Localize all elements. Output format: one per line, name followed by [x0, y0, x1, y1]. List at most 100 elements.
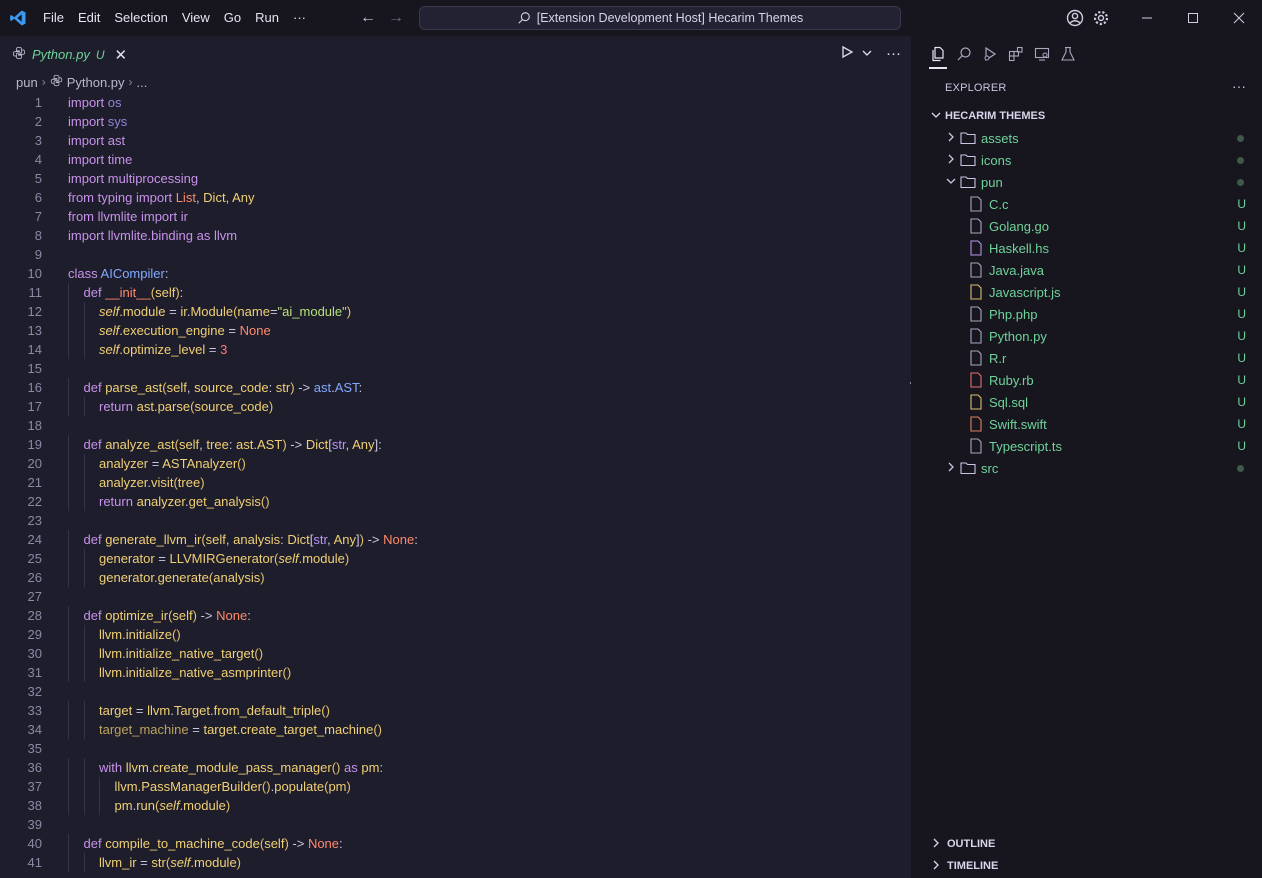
file-type-icon	[967, 416, 985, 432]
tree-file-item[interactable]: Sql.sql U	[911, 391, 1262, 413]
code-token: analyzer	[136, 494, 186, 509]
tree-file-item[interactable]: Typescript.ts U	[911, 435, 1262, 457]
code-token: )	[346, 779, 351, 794]
tree-file-item[interactable]: Javascript.js U	[911, 281, 1262, 303]
tree-folder-item[interactable]: src	[911, 457, 1262, 479]
code-token: compile_to_machine_code	[105, 836, 260, 851]
menu-item[interactable]: ···	[286, 0, 313, 36]
indent-guide	[83, 853, 85, 872]
code-token: Module	[190, 304, 234, 319]
run-play-icon[interactable]	[840, 45, 854, 62]
code-token: ]:	[374, 437, 382, 452]
code-text: self.execution_engine = None	[99, 321, 271, 340]
line-number: 31	[27, 665, 42, 680]
chevron-down-icon[interactable]	[862, 46, 872, 61]
tree-file-item[interactable]: Python.py U	[911, 325, 1262, 347]
line-number: 14	[27, 342, 42, 357]
untracked-badge: U	[95, 47, 105, 62]
code-text: from typing import List, Dict, Any	[68, 188, 254, 207]
code-editor[interactable]: 1 import os 2 import sys 3 import ast 4 import …	[0, 93, 911, 878]
file-type-icon	[967, 438, 985, 454]
code-line: 10 class AICompiler:	[0, 264, 911, 283]
menu-item[interactable]: File	[36, 0, 71, 36]
git-status-dot	[1237, 178, 1244, 186]
tree-item-label: Python.py	[989, 328, 1047, 344]
tree-folder-item[interactable]: pun	[911, 171, 1262, 193]
search-icon[interactable]	[955, 36, 973, 71]
tree-folder-item[interactable]: icons	[911, 149, 1262, 171]
explorer-more-icon[interactable]: ···	[1232, 78, 1246, 94]
menu-item[interactable]: Go	[217, 0, 248, 36]
tree-folder-item[interactable]: assets	[911, 127, 1262, 149]
code-token: generator	[99, 551, 155, 566]
indent-guide	[68, 796, 69, 815]
tree-file-item[interactable]: C.c U	[911, 193, 1262, 215]
tab-close-icon[interactable]: ✕	[115, 46, 128, 64]
line-number: 3	[34, 133, 42, 148]
menu-item[interactable]: Selection	[107, 0, 174, 36]
minimize-button[interactable]	[1124, 0, 1170, 36]
extensions-icon[interactable]	[1007, 36, 1025, 71]
code-token: import	[68, 152, 105, 167]
tree-file-item[interactable]: R.r U	[911, 347, 1262, 369]
settings-gear-icon[interactable]	[1088, 0, 1114, 36]
line-number: 1	[34, 95, 42, 110]
code-token: ast	[107, 133, 126, 148]
code-text: return ast.parse(source_code)	[99, 397, 273, 416]
back-arrow-icon[interactable]: ←	[360, 9, 376, 27]
menu-item[interactable]: Edit	[71, 0, 107, 36]
breadcrumb-file[interactable]: Python.py	[67, 75, 125, 90]
run-debug-icon[interactable]	[981, 36, 999, 71]
maximize-button[interactable]	[1170, 0, 1216, 36]
close-window-button[interactable]	[1216, 0, 1262, 36]
menu-item[interactable]: View	[175, 0, 217, 36]
untracked-badge: U	[1237, 241, 1246, 255]
code-text: llvm.initialize()	[99, 625, 181, 644]
indent-guide	[68, 853, 69, 872]
timeline-section[interactable]: TIMELINE	[911, 855, 1262, 877]
code-token: import	[68, 114, 105, 129]
testing-flask-icon[interactable]	[1059, 36, 1077, 71]
code-token: analyzer	[99, 475, 148, 490]
code-token: pm	[114, 798, 133, 813]
code-token: with	[99, 760, 123, 775]
code-line: 28 def optimize_ir(self) -> None:	[0, 606, 911, 625]
line-number: 39	[27, 817, 42, 832]
tree-file-item[interactable]: Php.php U	[911, 303, 1262, 325]
tree-file-item[interactable]: Java.java U	[911, 259, 1262, 281]
workspace-root[interactable]: HECARIM THEMES	[911, 105, 1262, 127]
breadcrumb-symbol[interactable]: ...	[137, 75, 148, 90]
indent-guide	[83, 777, 85, 796]
remote-explorer-icon[interactable]	[1033, 36, 1051, 71]
menu-item[interactable]: Run	[248, 0, 286, 36]
line-number: 32	[27, 684, 42, 699]
code-token: generate	[157, 570, 209, 585]
code-line: 18	[0, 416, 911, 435]
tree-item-label: assets	[981, 130, 1019, 146]
breadcrumb-folder[interactable]: pun	[16, 75, 38, 90]
code-token: AST	[334, 380, 359, 395]
code-token: import	[140, 209, 178, 224]
tree-file-item[interactable]: Golang.go U	[911, 215, 1262, 237]
code-token: def	[83, 380, 102, 395]
code-text: generator = LLVMIRGenerator(self.module)	[99, 549, 349, 568]
explorer-files-icon[interactable]	[929, 36, 947, 71]
forward-arrow-icon[interactable]: →	[388, 9, 404, 27]
outline-section[interactable]: OUTLINE	[911, 833, 1262, 855]
code-token: ->	[288, 836, 308, 851]
tree-file-item[interactable]: Haskell.hs U	[911, 237, 1262, 259]
code-token: ()	[254, 646, 264, 661]
code-token: from	[68, 190, 94, 205]
tab-python-py[interactable]: Python.py U ✕	[0, 36, 128, 71]
more-actions-icon[interactable]: ···	[880, 45, 907, 62]
code-token: llvmlite	[97, 209, 138, 224]
tree-file-item[interactable]: Ruby.rb U	[911, 369, 1262, 391]
untracked-badge: U	[1237, 329, 1246, 343]
code-token: tree	[177, 475, 201, 490]
code-text: llvm.PassManagerBuilder().populate(pm)	[115, 777, 351, 796]
command-center[interactable]: [Extension Development Host] Hecarim The…	[419, 6, 901, 30]
account-icon[interactable]	[1062, 0, 1088, 36]
code-token: multiprocessing	[107, 171, 199, 186]
tree-file-item[interactable]: Swift.swift U	[911, 413, 1262, 435]
outline-label: OUTLINE	[947, 838, 996, 850]
